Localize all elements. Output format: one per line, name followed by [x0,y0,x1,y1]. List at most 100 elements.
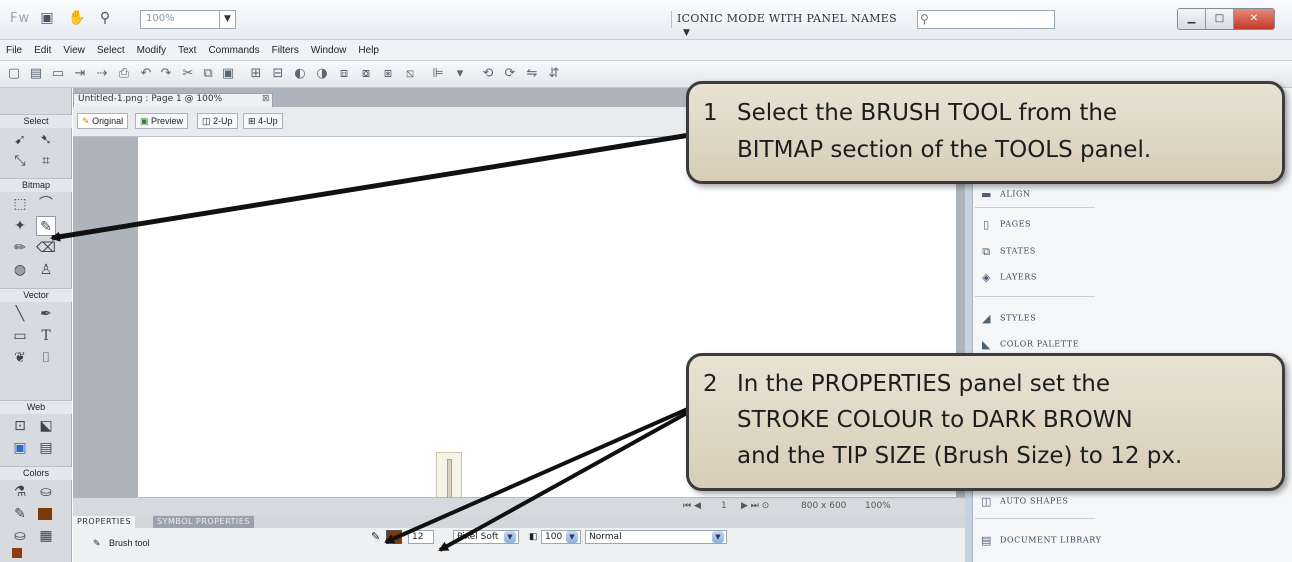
panel-layers[interactable]: ◈ LAYERS [979,270,1109,290]
bring-forward-icon[interactable]: ⧇ [358,66,374,82]
pointer-tool-icon[interactable]: ➹ [10,130,30,150]
stroke-color-swatch[interactable] [386,530,402,544]
menu-view[interactable]: View [63,45,85,56]
lasso-tool-icon[interactable]: ⌒ [36,194,56,214]
slice-tool-icon[interactable]: ⬕ [36,416,56,436]
rotate-cw-icon[interactable]: ⟳ [502,66,518,82]
magic-wand-tool-icon[interactable]: ✦ [10,216,30,236]
hide-slices-icon[interactable]: ▣ [10,438,30,458]
fill-color-swatch[interactable] [12,548,22,558]
subselect-tool-icon[interactable]: ➷ [36,130,56,150]
close-icon[interactable]: ⊠ [262,94,270,104]
menu-commands[interactable]: Commands [208,45,259,56]
view-4up-button[interactable]: ⊞ 4-Up [243,113,283,129]
status-zoom[interactable]: 100% [865,501,891,511]
split-icon[interactable]: ◑ [314,66,330,82]
blur-tool-icon[interactable]: ◍ [10,260,30,280]
panel-document-library[interactable]: ▤ DOCUMENT LIBRARY [979,533,1109,553]
import-icon[interactable]: ⇥ [72,66,88,82]
rectangle-tool-icon[interactable]: ▭ [10,326,30,346]
maximize-button[interactable]: □ [1206,9,1234,29]
undo-icon[interactable]: ↶ [138,66,154,82]
panel-pages[interactable]: ▯ PAGES [979,217,1109,237]
freeform-tool-icon[interactable]: ❦ [10,348,30,368]
show-slices-icon[interactable]: ▤ [36,438,56,458]
ungroup-icon[interactable]: ⊟ [270,66,286,82]
scale-tool-icon[interactable]: ⤡ [10,151,30,171]
hand-tool-icon[interactable]: ✋ [68,10,86,28]
align-dropdown-icon[interactable]: ▾ [452,66,468,82]
chevron-down-icon[interactable]: ▼ [566,531,578,543]
view-2up-button[interactable]: ◫ 2-Up [197,113,238,129]
cut-icon[interactable]: ✂ [180,66,196,82]
join-icon[interactable]: ◐ [292,66,308,82]
tab-properties[interactable]: PROPERTIES [73,516,135,528]
stroke-color-swatch[interactable] [38,508,52,520]
close-button[interactable]: ✕ [1234,9,1274,29]
zoom-select[interactable]: 100% ▼ [140,10,236,29]
export-icon[interactable]: ⇢ [94,66,110,82]
opacity-field[interactable]: 100 ▼ [541,530,581,544]
workspace-mode-select[interactable]: ICONIC MODE WITH PANEL NAMES ▼ [671,9,907,38]
flip-h-icon[interactable]: ⇋ [524,66,540,82]
panel-align[interactable]: ▬ ALIGN [979,187,1109,207]
swap-colors-icon[interactable]: ▦ [36,526,56,546]
stroke-color-icon[interactable]: ✎ [10,504,30,524]
brush-tool-icon[interactable]: ✎ [36,216,56,236]
save-icon[interactable]: ▤ [28,66,44,82]
minimize-button[interactable]: ▁ [1178,9,1206,29]
search-input[interactable]: ⚲ [917,10,1055,29]
eraser-tool-icon[interactable]: ⌫ [36,238,56,258]
rotate-ccw-icon[interactable]: ⟲ [480,66,496,82]
eyedropper-tool-icon[interactable]: ⚗ [10,482,30,502]
open-icon[interactable]: ▭ [50,66,66,82]
menu-select[interactable]: Select [97,45,125,56]
page-nav-next-icons[interactable]: ▶ ⏭ ⊙ [741,501,769,511]
paint-bucket-tool-icon[interactable]: ⛀ [36,482,56,502]
print-icon[interactable]: ⎙ [116,66,132,82]
menu-filters[interactable]: Filters [272,45,299,56]
hotspot-tool-icon[interactable]: ⊡ [10,416,30,436]
tip-size-field[interactable]: 12 [408,530,434,544]
bring-front-icon[interactable]: ⧈ [336,66,352,82]
chevron-down-icon[interactable]: ▼ [219,11,235,28]
menu-file[interactable]: File [6,45,22,56]
view-original-button[interactable]: ✎ Original [77,113,129,129]
pen-tool-icon[interactable]: ✒ [36,304,56,324]
edge-select[interactable]: Pixel Soft ▼ [453,530,519,544]
pencil-tool-icon[interactable]: ✏ [10,238,30,258]
zoom-tool-icon[interactable]: ⚲ [96,10,114,28]
menu-edit[interactable]: Edit [34,45,51,56]
menu-modify[interactable]: Modify [137,45,166,56]
blend-mode-select[interactable]: Normal ▼ [585,530,727,544]
document-tab[interactable]: Untitled-1.png : Page 1 @ 100% ⊠ [73,93,273,107]
panel-states[interactable]: ⧉ STATES [979,244,1109,264]
send-back-icon[interactable]: ⧅ [402,66,418,82]
chevron-down-icon[interactable]: ▼ [712,531,724,543]
view-preview-button[interactable]: ▣ Preview [135,113,189,129]
text-tool-icon[interactable]: T [36,326,56,346]
group-icon[interactable]: ⊞ [248,66,264,82]
menu-window[interactable]: Window [311,45,347,56]
knife-tool-icon[interactable]: ⌷ [36,348,56,368]
align-icon[interactable]: ⊫ [430,66,446,82]
send-backward-icon[interactable]: ⧆ [380,66,396,82]
marquee-tool-icon[interactable]: ⬚ [10,194,30,214]
redo-icon[interactable]: ↷ [158,66,174,82]
menu-help[interactable]: Help [358,45,379,56]
copy-icon[interactable]: ⧉ [200,66,216,82]
panel-auto-shapes[interactable]: ◫ AUTO SHAPES [979,494,1109,514]
flip-v-icon[interactable]: ⇵ [546,66,562,82]
menu-text[interactable]: Text [178,45,196,56]
line-tool-icon[interactable]: ╲ [10,304,30,324]
paste-icon[interactable]: ▣ [220,66,236,82]
rubber-stamp-tool-icon[interactable]: ♙ [36,260,56,280]
screen-mode-icon[interactable]: ▣ [38,10,56,28]
crop-tool-icon[interactable]: ⌗ [36,151,56,171]
new-file-icon[interactable]: ▢ [6,66,22,82]
page-nav-icons[interactable]: ⏮ ◀ [683,501,701,511]
panel-styles[interactable]: ◢ STYLES [979,311,1109,331]
chevron-down-icon[interactable]: ▼ [504,531,516,543]
fill-color-icon[interactable]: ⛀ [10,526,30,546]
tab-symbol-properties[interactable]: SYMBOL PROPERTIES [153,516,254,528]
